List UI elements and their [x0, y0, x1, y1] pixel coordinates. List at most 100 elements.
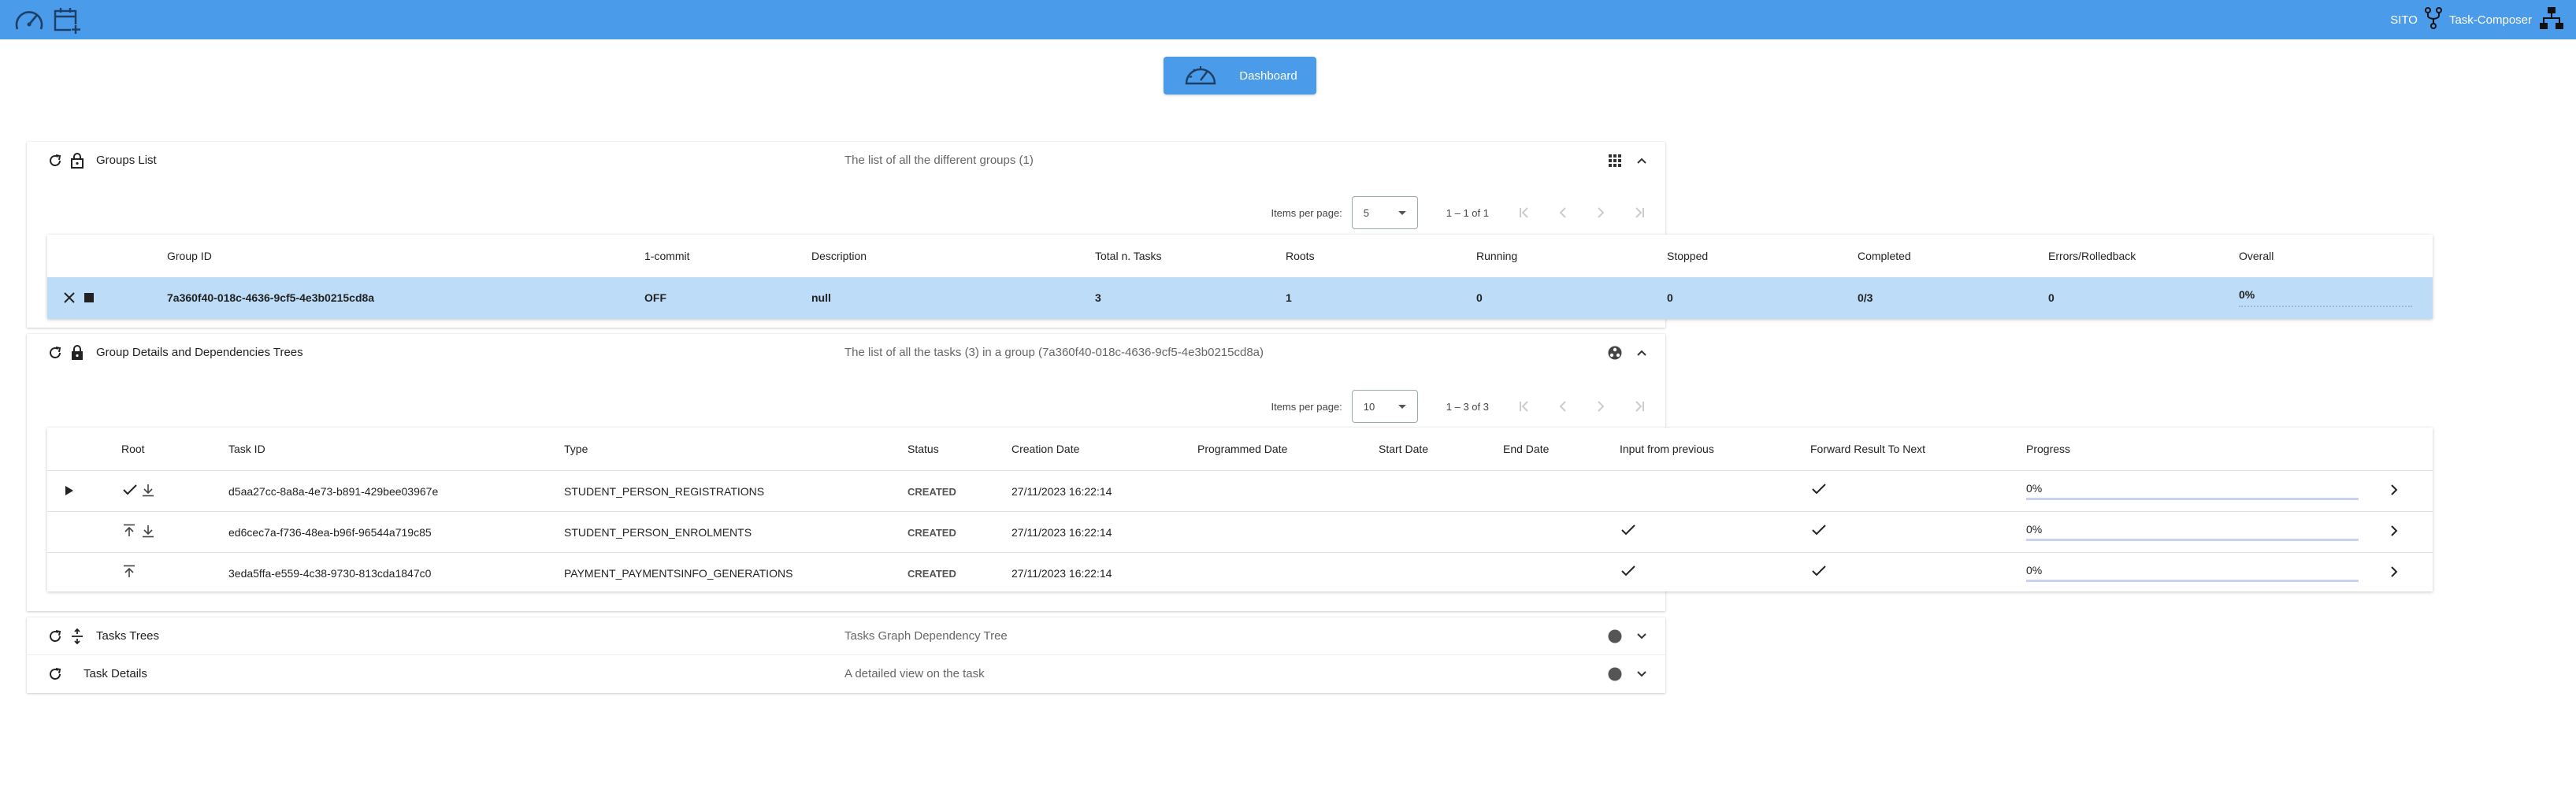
column-header: Task ID — [228, 443, 265, 455]
hierarchy-icon[interactable] — [2538, 6, 2565, 34]
app-name-label: Task-Composer — [2448, 13, 2532, 27]
progress-bar — [2026, 539, 2359, 541]
refresh-icon[interactable] — [47, 345, 63, 361]
progress-label: 0% — [2026, 523, 2043, 536]
tasks-table: Root Task ID Type Status Creation Date P… — [47, 428, 2433, 591]
previous-page-icon[interactable] — [1555, 205, 1571, 221]
first-page-icon[interactable] — [1517, 398, 1533, 414]
task-details-panel[interactable]: Task Details A detailed view on the task — [27, 655, 1665, 693]
refresh-icon[interactable] — [47, 153, 63, 169]
status-badge: CREATED — [908, 568, 956, 580]
items-per-page-select[interactable]: 5 — [1351, 196, 1418, 229]
play-icon[interactable] — [65, 485, 74, 499]
last-page-icon[interactable] — [1631, 205, 1646, 221]
stop-icon[interactable] — [84, 292, 95, 306]
table-header-row: Root Task ID Type Status Creation Date P… — [47, 428, 2433, 470]
chevron-down-icon[interactable] — [1634, 628, 1650, 644]
tasks-trees-title: Tasks Trees — [96, 629, 160, 643]
table-row[interactable]: d5aa27cc-8a8a-4e73-b891-429bee03967e STU… — [47, 471, 2433, 511]
grid-icon[interactable] — [1607, 153, 1623, 169]
table-row[interactable]: 7a360f40-018c-4636-9cf5-4e3b0215cd8a OFF… — [47, 277, 2433, 319]
top-app-bar: SITO Task-Composer — [0, 0, 2576, 39]
chevron-up-icon[interactable] — [1634, 153, 1650, 169]
tasks-trees-panel[interactable]: Tasks Trees Tasks Graph Dependency Tree — [27, 617, 1665, 655]
details-panel-header[interactable]: Group Details and Dependencies Trees The… — [27, 334, 1665, 372]
forward-result-check-icon — [1812, 525, 1826, 539]
dropdown-caret-icon — [1397, 405, 1406, 409]
task-type-cell: STUDENT_PERSON_ENROLMENTS — [564, 526, 752, 539]
next-page-icon[interactable] — [1593, 398, 1609, 414]
page-range-label: 1 – 3 of 3 — [1446, 400, 1489, 413]
hub-icon[interactable] — [1607, 345, 1623, 361]
close-icon[interactable] — [63, 291, 76, 307]
task-id-cell: d5aa27cc-8a8a-4e73-b891-429bee03967e — [228, 485, 439, 498]
column-header: Forward Result To Next — [1810, 443, 1926, 455]
errors-cell: 0 — [2048, 291, 2054, 304]
details-paginator: Items per page: 10 1 – 3 of 3 — [1271, 389, 1646, 424]
task-details-description: A detailed view on the task — [844, 667, 985, 680]
calendar-plus-icon[interactable] — [50, 5, 84, 36]
task-id-cell: ed6cec7a-f736-48ea-b96f-96544a719c85 — [228, 526, 432, 539]
column-header: Creation Date — [1011, 443, 1080, 455]
task-type-cell: PAYMENT_PAYMENTSINFO_GENERATIONS — [564, 567, 793, 580]
chevron-right-icon[interactable] — [2390, 565, 2398, 581]
dashboard-button[interactable]: Dashboard — [1164, 57, 1316, 95]
lock-icon[interactable] — [69, 345, 85, 361]
chevron-down-icon[interactable] — [1634, 666, 1650, 682]
column-header: Input from previous — [1620, 443, 1714, 455]
align-top-icon — [123, 524, 135, 541]
table-row[interactable]: ed6cec7a-f736-48ea-b96f-96544a719c85 STU… — [47, 512, 2433, 552]
items-per-page-label: Items per page: — [1271, 206, 1342, 219]
expand-vertical-icon[interactable] — [69, 628, 85, 644]
first-page-icon[interactable] — [1517, 205, 1533, 221]
status-dot-icon — [1607, 628, 1623, 644]
column-header: Running — [1476, 250, 1518, 262]
refresh-icon[interactable] — [47, 628, 63, 644]
creation-date-cell: 27/11/2023 16:22:14 — [1011, 567, 1112, 580]
forward-result-check-icon — [1812, 565, 1826, 580]
one-commit-cell: OFF — [644, 291, 666, 304]
refresh-icon[interactable] — [47, 666, 63, 682]
completed-cell: 0/3 — [1858, 291, 1873, 304]
stopped-cell: 0 — [1667, 291, 1673, 304]
previous-page-icon[interactable] — [1555, 398, 1571, 414]
column-header: Programmed Date — [1197, 443, 1288, 455]
details-panel-description: The list of all the tasks (3) in a group… — [844, 346, 1264, 359]
check-icon — [123, 484, 137, 499]
next-page-icon[interactable] — [1593, 205, 1609, 221]
column-header: Root — [121, 443, 145, 455]
items-per-page-select[interactable]: 10 — [1351, 390, 1418, 423]
groups-panel-title: Groups List — [96, 154, 157, 167]
task-type-cell: STUDENT_PERSON_REGISTRATIONS — [564, 485, 765, 498]
groups-paginator: Items per page: 5 1 – 1 of 1 — [1271, 195, 1646, 230]
table-header-row: Group ID 1-commit Description Total n. T… — [47, 235, 2433, 277]
chevron-right-icon[interactable] — [2390, 484, 2398, 499]
overall-progress-label: 0% — [2239, 288, 2255, 301]
group-id-cell: 7a360f40-018c-4636-9cf5-4e3b0215cd8a — [167, 291, 375, 304]
username-label: SITO — [2390, 13, 2418, 27]
chevron-right-icon[interactable] — [2390, 525, 2398, 540]
table-row[interactable]: 3eda5ffa-e559-4c38-9730-813cda1847c0 PAY… — [47, 553, 2433, 591]
speedometer-icon — [1182, 61, 1219, 90]
groups-table: Group ID 1-commit Description Total n. T… — [47, 235, 2433, 319]
groups-panel-header[interactable]: Groups List The list of all the differen… — [27, 142, 1665, 180]
dashboard-button-label: Dashboard — [1239, 69, 1297, 83]
column-header: Type — [564, 443, 588, 455]
groups-list-panel: Groups List The list of all the differen… — [27, 142, 2433, 328]
running-cell: 0 — [1476, 291, 1483, 304]
column-header: Completed — [1858, 250, 1911, 262]
last-page-icon[interactable] — [1631, 398, 1646, 414]
group-details-panel: Group Details and Dependencies Trees The… — [27, 334, 2433, 611]
details-panel-title: Group Details and Dependencies Trees — [96, 346, 303, 359]
column-header: Progress — [2026, 443, 2071, 455]
column-header: 1-commit — [644, 250, 690, 262]
forward-result-check-icon — [1812, 484, 1826, 498]
fork-icon[interactable] — [2424, 6, 2443, 33]
status-badge: CREATED — [908, 527, 956, 539]
input-from-previous-check-icon — [1621, 525, 1635, 539]
dropdown-caret-icon — [1397, 211, 1406, 215]
chevron-up-icon[interactable] — [1634, 345, 1650, 361]
speedometer-icon[interactable] — [13, 5, 46, 36]
column-header: Errors/Rolledback — [2048, 250, 2136, 262]
lock-open-icon[interactable] — [69, 153, 85, 169]
